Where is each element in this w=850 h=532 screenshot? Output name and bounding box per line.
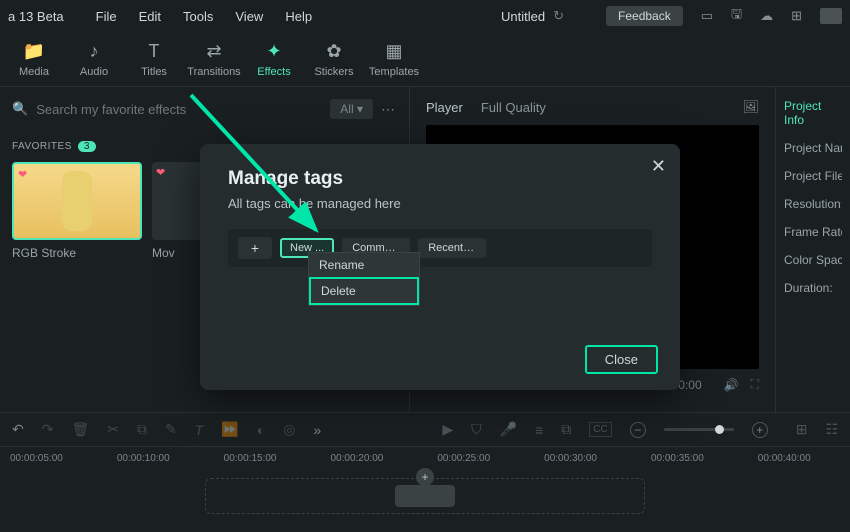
apps-icon[interactable]: ⊞ xyxy=(791,8,802,24)
history-icon[interactable]: ↻ xyxy=(553,8,564,24)
ruler-tick: 00:00:30:00 xyxy=(544,453,597,464)
mic-icon[interactable]: 🎤 xyxy=(500,421,517,438)
context-delete[interactable]: Delete xyxy=(309,277,419,305)
menu-edit[interactable]: Edit xyxy=(139,9,161,24)
color-icon[interactable]: ◐ xyxy=(257,422,265,438)
volume-icon[interactable]: 🔊 xyxy=(724,378,739,392)
media-icon: 📁 xyxy=(23,41,45,62)
tag-recently-used[interactable]: Recently Used xyxy=(418,238,486,258)
info-project-files: Project Files L xyxy=(784,169,842,183)
project-info-title: Project Info xyxy=(784,99,842,127)
menu-help[interactable]: Help xyxy=(285,9,312,24)
ruler-tick: 00:00:10:00 xyxy=(117,453,170,464)
crop-icon[interactable]: ⧉ xyxy=(137,421,147,438)
search-icon: 🔍 xyxy=(12,101,28,117)
ruler-tick: 00:00:15:00 xyxy=(224,453,277,464)
media-chip[interactable] xyxy=(395,485,455,507)
info-project-name: Project Name xyxy=(784,141,842,155)
effect-label: RGB Stroke xyxy=(12,246,142,260)
favorites-count-badge: 3 xyxy=(78,141,96,152)
tool-icon-2[interactable]: ◎ xyxy=(283,421,295,438)
close-button[interactable]: Close xyxy=(585,345,658,374)
filter-all-button[interactable]: All ▾ xyxy=(330,99,373,119)
add-track-button[interactable]: + xyxy=(416,468,434,486)
tab-stickers[interactable]: ✿Stickers xyxy=(304,32,364,87)
dialog-title: Manage tags xyxy=(228,168,652,190)
context-rename[interactable]: Rename xyxy=(309,253,419,277)
search-input[interactable] xyxy=(36,102,322,117)
info-colorspace: Color Space: xyxy=(784,253,842,267)
effect-card-rgb-stroke[interactable]: ❤ RGB Stroke xyxy=(12,162,142,260)
redo-icon[interactable]: ↷ xyxy=(42,421,54,438)
ruler-tick: 00:00:25:00 xyxy=(437,453,490,464)
add-tag-button[interactable]: + xyxy=(238,237,272,259)
more-options-button[interactable]: ⋯ xyxy=(381,101,397,118)
delete-icon[interactable]: 🗑 xyxy=(71,421,89,438)
tab-effects[interactable]: ✦Effects xyxy=(244,32,304,87)
context-menu: Rename Delete xyxy=(308,252,420,306)
player-label: Player xyxy=(426,100,463,115)
cc-icon[interactable]: CC xyxy=(589,422,611,437)
timeline: ↶ ↷ 🗑 ✂ ⧉ ✎ T ⏩ ◐ ◎ » ▶ ⛉ 🎤 ≡ ⧉ CC − + ⊞… xyxy=(0,412,850,532)
speed-icon[interactable]: ⏩ xyxy=(221,421,238,438)
cut-icon[interactable]: ✂ xyxy=(107,421,119,438)
document-title: Untitled xyxy=(501,9,545,24)
unknown-button[interactable] xyxy=(820,8,842,24)
dialog-subtitle: All tags can be managed here xyxy=(228,196,652,211)
mixer-icon[interactable]: ☷ xyxy=(825,421,838,438)
favorites-header: FAVORITES xyxy=(12,141,72,152)
menu-file[interactable]: File xyxy=(96,9,117,24)
timeline-ruler[interactable]: 00:00:05:00 00:00:10:00 00:00:15:00 00:0… xyxy=(0,447,850,470)
titles-icon: T xyxy=(149,41,160,62)
templates-icon: ▦ xyxy=(385,41,402,62)
audio-icon: ♪ xyxy=(90,41,99,62)
effects-icon: ✦ xyxy=(266,41,281,62)
project-info-panel: Project Info Project Name Project Files … xyxy=(775,87,850,412)
monitor-icon[interactable]: ▭ xyxy=(701,8,713,24)
play-icon[interactable]: ▶ xyxy=(442,421,453,438)
close-icon[interactable]: ✕ xyxy=(651,156,666,177)
info-framerate: Frame Rate: xyxy=(784,225,842,239)
menu-view[interactable]: View xyxy=(235,9,263,24)
tab-media[interactable]: 📁Media xyxy=(4,32,64,87)
zoom-slider[interactable] xyxy=(664,428,734,431)
text-icon[interactable]: T xyxy=(195,422,204,438)
heart-icon: ❤ xyxy=(18,168,27,181)
zoom-out-icon[interactable]: − xyxy=(630,422,646,438)
tab-audio[interactable]: ♪Audio xyxy=(64,32,124,87)
grid-icon[interactable]: ⊞ xyxy=(796,421,808,438)
quality-select[interactable]: Full Quality xyxy=(481,100,546,115)
link-icon[interactable]: ⧉ xyxy=(561,421,571,438)
ruler-tick: 00:00:35:00 xyxy=(651,453,704,464)
zoom-in-icon[interactable]: + xyxy=(752,422,768,438)
snapshot-icon[interactable]: 🖼 xyxy=(742,99,759,115)
feedback-button[interactable]: Feedback xyxy=(606,6,683,26)
marker-icon[interactable]: ⛉ xyxy=(471,421,482,438)
app-title: a 13 Beta xyxy=(8,9,64,24)
manage-tags-dialog: ✕ Manage tags All tags can be managed he… xyxy=(200,144,680,390)
tag-bar: + New ... Commonly U... Recently Used xyxy=(228,229,652,267)
ruler-tick: 00:00:05:00 xyxy=(10,453,63,464)
heart-icon: ❤ xyxy=(156,166,165,179)
ruler-tick: 00:00:40:00 xyxy=(758,453,811,464)
tab-templates[interactable]: ▦Templates xyxy=(364,32,424,87)
ruler-tick: 00:00:20:00 xyxy=(330,453,383,464)
more-tools-icon[interactable]: » xyxy=(313,422,321,438)
cloud-icon[interactable]: ☁ xyxy=(760,8,773,24)
save-icon[interactable]: 🖫 xyxy=(731,5,742,27)
info-resolution: Resolution: xyxy=(784,197,842,211)
info-duration: Duration: xyxy=(784,281,842,295)
tab-titles[interactable]: TTitles xyxy=(124,32,184,87)
tab-transitions[interactable]: ⇄Transitions xyxy=(184,32,244,87)
transitions-icon: ⇄ xyxy=(206,41,221,62)
menu-tools[interactable]: Tools xyxy=(183,9,213,24)
tool-icon[interactable]: ✎ xyxy=(165,421,177,438)
undo-icon[interactable]: ↶ xyxy=(12,421,24,438)
list-icon[interactable]: ≡ xyxy=(535,422,543,438)
fullscreen-icon[interactable]: ⛶ xyxy=(751,377,759,392)
stickers-icon: ✿ xyxy=(326,41,341,62)
